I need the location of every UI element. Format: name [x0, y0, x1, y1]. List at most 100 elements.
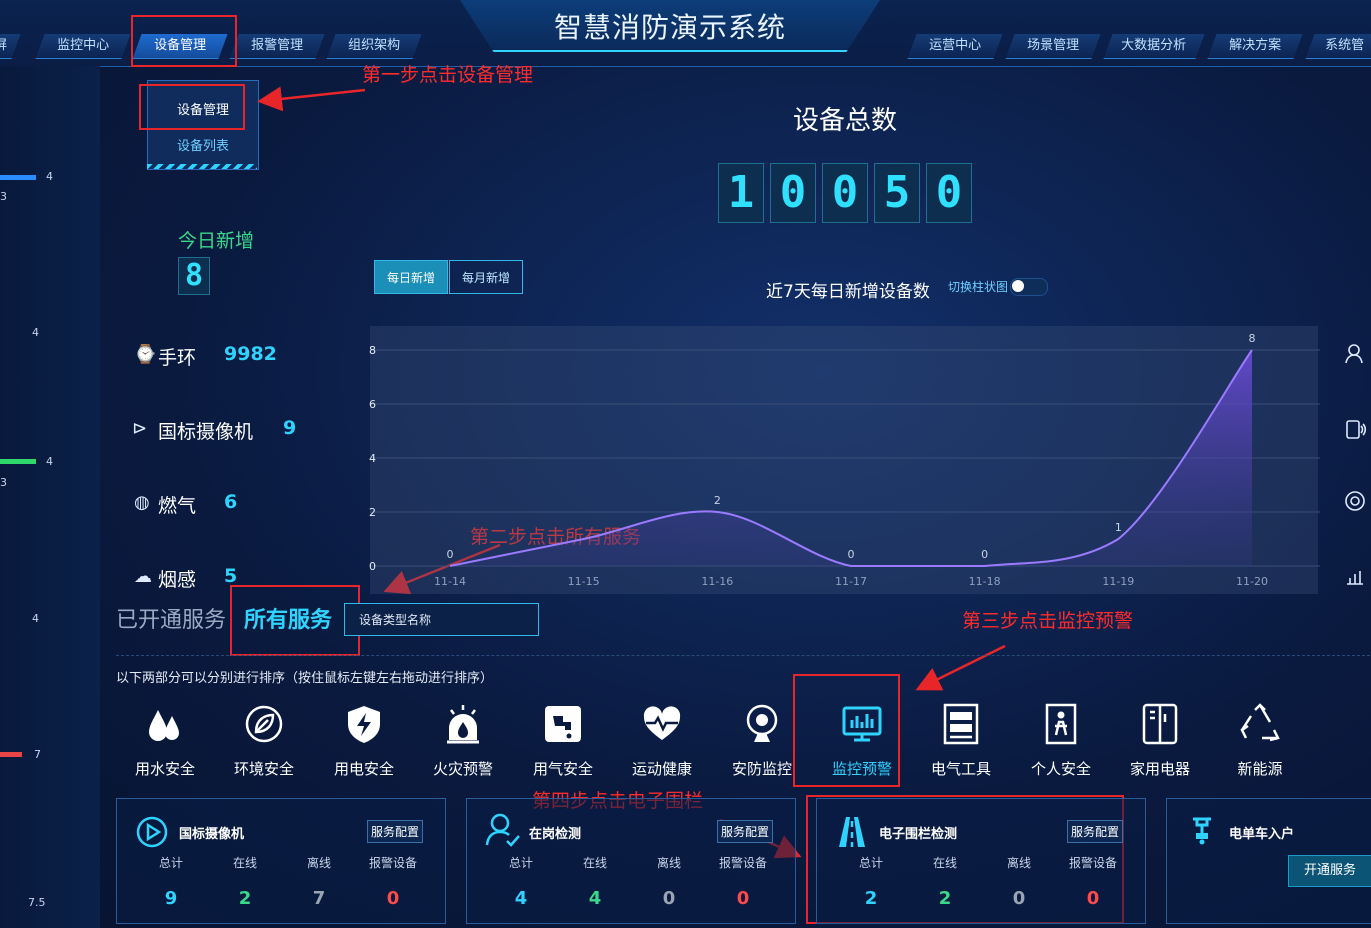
smoke-icon: ☁ [134, 566, 152, 587]
daily-new-area-chart: 0 2 4 6 8 0 2 0 0 1 8 11-14 11-15 11-16 11-17 11-18 11-1… [369, 332, 1320, 588]
ebike-icon [1193, 817, 1211, 845]
recycle-icon [1240, 703, 1280, 742]
monitor-chart-icon [842, 706, 882, 742]
device-value-gas: 6 [224, 491, 238, 513]
value-total: 2 [864, 888, 878, 909]
x-tick-label: 11-15 [568, 575, 600, 588]
service-new-energy[interactable]: 新能源 [1220, 702, 1300, 779]
opened-services-tab[interactable]: 已开通服务 [116, 602, 226, 634]
heart-rate-icon [643, 706, 681, 740]
service-environment-safety[interactable]: 环境安全 [224, 702, 304, 779]
play-circle-icon [136, 816, 168, 848]
header-total: 总计 [858, 856, 883, 870]
x-tick-label: 11-17 [835, 575, 867, 588]
x-tick-label: 11-14 [434, 575, 466, 588]
service-label: 火灾预警 [432, 760, 493, 778]
service-gas-safety[interactable]: 用气安全 [523, 702, 603, 779]
y-tick-label: 8 [369, 344, 376, 357]
header-online: 在线 [932, 856, 957, 870]
service-water-safety[interactable]: 用水安全 [125, 702, 205, 779]
service-sports-health[interactable]: 运动健康 [622, 702, 702, 779]
service-electric-safety[interactable]: 用电安全 [324, 702, 404, 779]
leaf-icon [245, 705, 283, 743]
service-config-button[interactable]: 服务配置 [367, 820, 424, 843]
open-service-button[interactable]: 开通服务 [1288, 855, 1371, 887]
service-card-electronic-fence: 电子围栏检测 服务配置 总计 在线 离线 报警设备 2 2 0 0 [816, 798, 1146, 924]
service-home-appliances[interactable]: 家用电器 [1120, 702, 1200, 779]
card-title: 国标摄像机 [179, 827, 245, 842]
service-label: 新能源 [1237, 760, 1283, 778]
service-electric-tools[interactable]: 电气工具 [921, 702, 1001, 779]
x-tick-label: 11-19 [1102, 575, 1134, 588]
water-drop-icon [149, 710, 179, 741]
data-label: 0 [447, 548, 454, 561]
person-gate-icon [1045, 703, 1077, 745]
settings-circle-icon[interactable] [1344, 490, 1366, 512]
chart-title: 近7天每日新增设备数 [766, 282, 930, 302]
service-config-button[interactable]: 服务配置 [717, 820, 774, 843]
fence-road-icon [839, 817, 865, 847]
y-tick-label: 6 [369, 398, 376, 411]
service-label: 监控预警 [831, 760, 892, 778]
today-new-value: 8 [178, 257, 210, 295]
device-value-smoke: 5 [224, 565, 238, 587]
device-alert-icon[interactable] [1344, 418, 1366, 440]
y-tick-label: 2 [369, 506, 376, 519]
service-monitor-warning[interactable]: 监控预警 [822, 702, 902, 779]
service-personal-safety[interactable]: 个人安全 [1021, 702, 1101, 779]
stats-person-icon[interactable] [1344, 566, 1366, 588]
arrow-step1 [257, 86, 366, 112]
device-value-camera: 9 [283, 417, 297, 439]
header-offline: 离线 [306, 856, 331, 870]
switch-bar-chart-label: 切换柱状图 [948, 280, 1009, 294]
device-name-camera: 国标摄像机 [158, 421, 254, 443]
header-alarm: 报警设备 [718, 856, 767, 870]
service-config-button[interactable]: 服务配置 [1067, 820, 1124, 843]
user-settings-icon[interactable] [1344, 343, 1366, 365]
value-online: 4 [588, 888, 602, 909]
total-digit: 0 [770, 163, 816, 223]
card-title: 电单车入户 [1229, 827, 1295, 842]
all-services-tab[interactable]: 所有服务 [244, 602, 332, 634]
value-offline: 7 [312, 888, 326, 909]
tab-monthly-new[interactable]: 每月新增 [449, 260, 523, 294]
service-security-monitoring[interactable]: 安防监控 [722, 702, 802, 779]
webcam-icon [746, 704, 778, 742]
service-label: 用水安全 [134, 760, 195, 778]
service-label: 用气安全 [532, 760, 593, 778]
header-alarm: 报警设备 [1068, 856, 1117, 870]
value-online: 2 [938, 888, 952, 909]
service-label: 电气工具 [930, 760, 991, 778]
section-divider [116, 655, 1370, 656]
service-fire-warning[interactable]: 火灾预警 [423, 702, 503, 779]
x-tick-label: 11-18 [969, 575, 1001, 588]
gas-tap-icon [545, 706, 581, 742]
card-title: 在岗检测 [529, 827, 582, 842]
service-card-camera: 国标摄像机 服务配置 总计 在线 离线 报警设备 9 2 7 0 [116, 798, 446, 924]
data-label: 1 [1115, 521, 1122, 534]
lightning-shield-icon [348, 706, 380, 743]
switch-knob[interactable] [1012, 280, 1024, 292]
tab-daily-new[interactable]: 每日新增 [374, 260, 448, 294]
header-total: 总计 [158, 856, 183, 870]
data-label: 2 [714, 494, 721, 507]
value-online: 2 [238, 888, 252, 909]
electric-box-icon [943, 703, 979, 745]
y-tick-label: 4 [369, 452, 376, 465]
value-alarm: 0 [736, 888, 750, 909]
arrow-step3 [915, 644, 1006, 691]
value-offline: 0 [1012, 888, 1026, 909]
service-label: 环境安全 [233, 760, 294, 778]
device-type-search-input[interactable] [344, 603, 539, 636]
data-label: 0 [981, 548, 988, 561]
service-label: 家用电器 [1129, 760, 1190, 778]
header-online: 在线 [232, 856, 257, 870]
total-digit: 5 [874, 163, 920, 223]
data-label: 8 [1249, 332, 1256, 345]
service-card-on-duty: 在岗检测 服务配置 总计 在线 离线 报警设备 4 4 0 0 [466, 798, 796, 924]
value-total: 4 [514, 888, 528, 909]
camera-icon: ⊳ [132, 418, 148, 439]
x-tick-label: 11-16 [701, 575, 733, 588]
header-alarm: 报警设备 [368, 856, 417, 870]
header-offline: 离线 [656, 856, 681, 870]
